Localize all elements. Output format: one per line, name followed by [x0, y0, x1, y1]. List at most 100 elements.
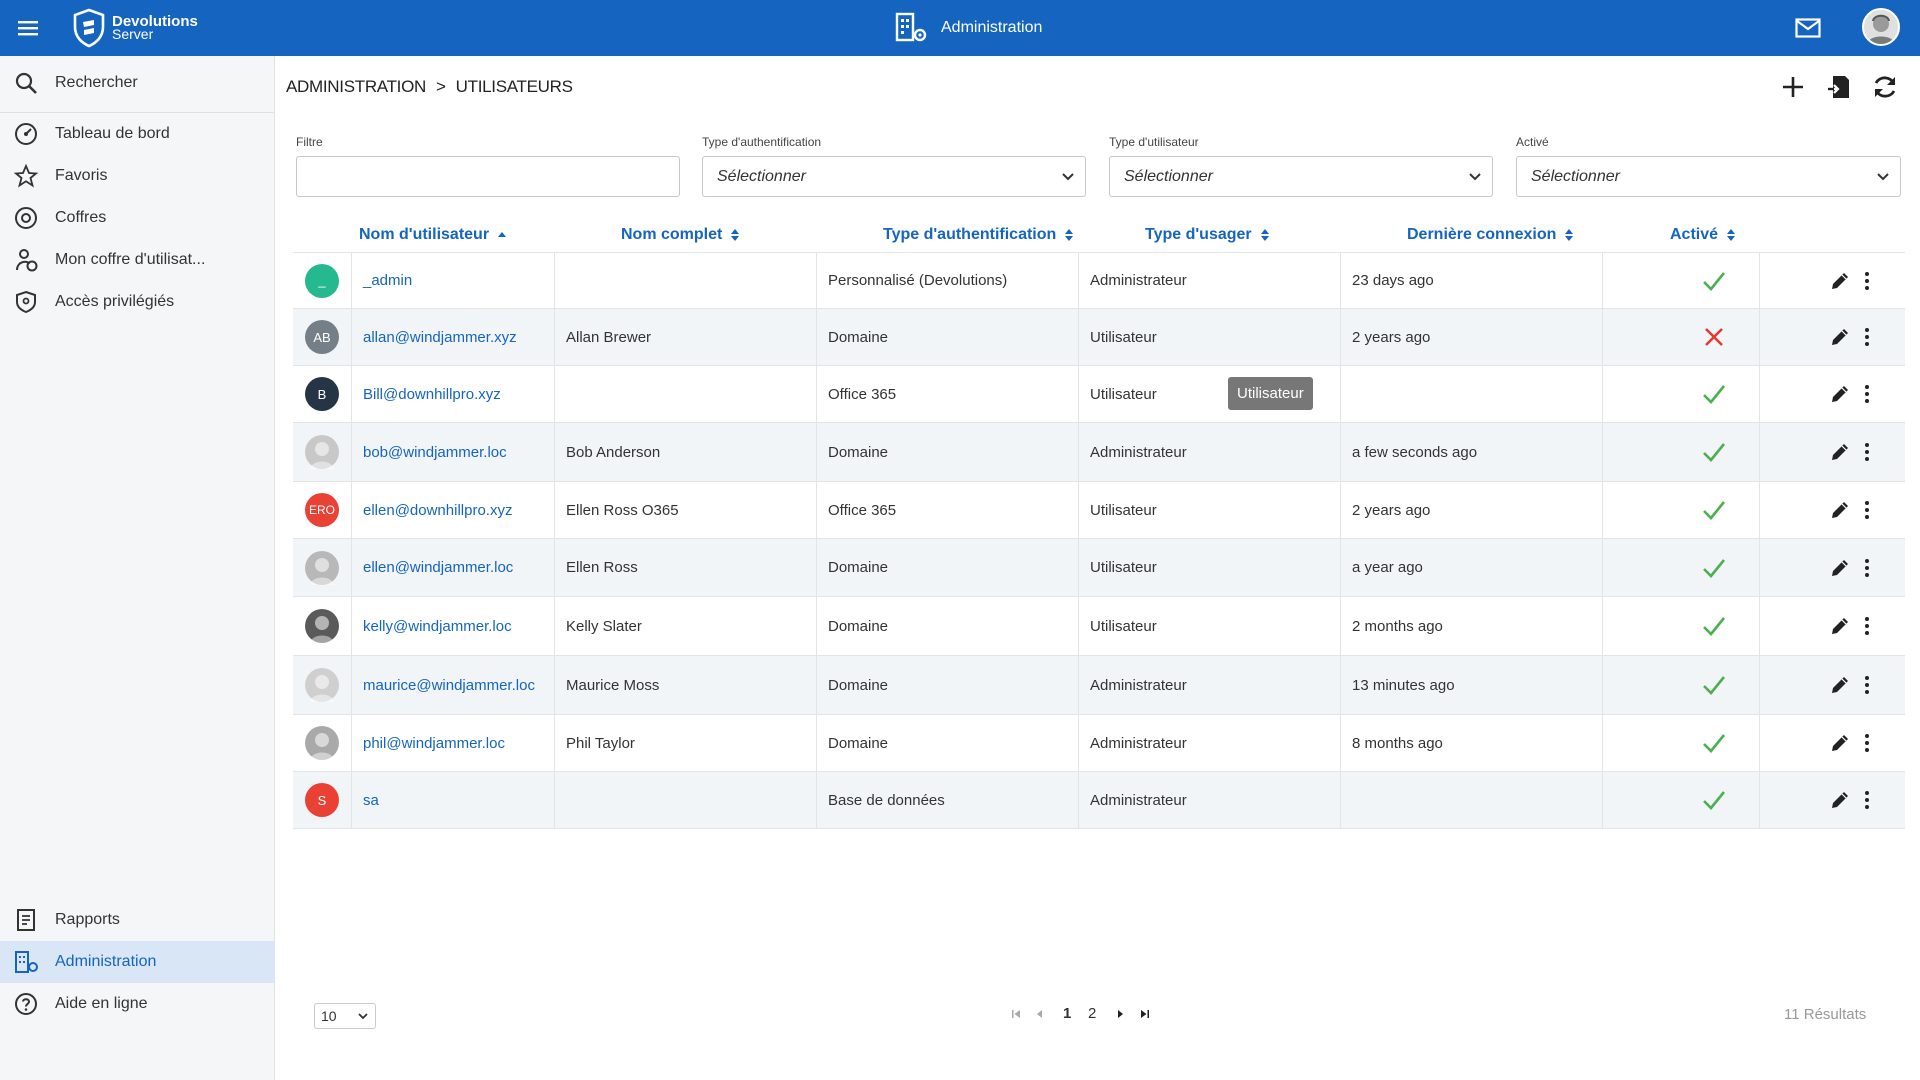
edit-icon[interactable] — [1829, 789, 1851, 811]
breadcrumb-current: UTILISATEURS — [455, 77, 573, 96]
add-icon[interactable] — [1779, 73, 1807, 101]
table-row[interactable]: _ _admin Personnalisé (Devolutions) Adminis… — [293, 253, 1905, 309]
avatar — [305, 435, 339, 469]
column-header-label: Nom complet — [621, 226, 723, 243]
table-row[interactable]: Ssa Base de données Administrateur — [293, 772, 1905, 829]
table-row[interactable]: ellen@windjammer.loc Ellen Ross Domaine Uti… — [293, 539, 1905, 597]
user-type-select[interactable]: Sélectionner — [1109, 156, 1493, 197]
edit-icon[interactable] — [1829, 732, 1851, 754]
username-link[interactable]: ellen@downhillpro.xyz — [352, 482, 555, 538]
sidebar-item-acces-privilegies[interactable]: Accès privilégiés — [0, 281, 275, 323]
table-row[interactable]: ERO ellen@downhillpro.xyz Ellen Ross O365 O… — [293, 482, 1905, 539]
table-row[interactable]: phil@windjammer.loc Phil Taylor Domaine Adm… — [293, 715, 1905, 772]
first-page-icon[interactable] — [1010, 1008, 1022, 1020]
page-1-link[interactable]: 1 — [1063, 1005, 1071, 1022]
column-header-last-login[interactable]: Dernière connexion — [1407, 226, 1574, 244]
username-link[interactable]: bob@windjammer.loc — [352, 423, 555, 481]
more-options-icon[interactable] — [1864, 558, 1870, 578]
breadcrumb-root[interactable]: ADMINISTRATION — [286, 77, 426, 97]
sidebar-item-label: Coffres — [55, 209, 107, 226]
sidebar-item-coffres[interactable]: Coffres — [0, 197, 275, 239]
avatar-cell: AB — [293, 309, 352, 365]
filter-input[interactable] — [296, 156, 680, 197]
enabled-select[interactable]: Sélectionner — [1516, 156, 1901, 197]
avatar-portrait-icon — [310, 442, 334, 469]
auth-type-cell: Domaine — [817, 597, 1079, 655]
edit-icon[interactable] — [1829, 383, 1851, 405]
page-size-select[interactable]: 10 — [314, 1003, 376, 1029]
username-link[interactable]: Bill@downhillpro.xyz — [352, 366, 555, 422]
edit-icon[interactable] — [1829, 557, 1851, 579]
last-page-icon[interactable] — [1139, 1008, 1151, 1020]
actions-cell — [1760, 539, 1905, 596]
more-options-icon[interactable] — [1864, 733, 1870, 753]
column-header-username[interactable]: Nom d'utilisateur — [359, 226, 507, 244]
edit-icon[interactable] — [1829, 499, 1851, 521]
sidebar-item-favoris[interactable]: Favoris — [0, 155, 275, 197]
username-link[interactable]: phil@windjammer.loc — [352, 715, 555, 771]
username-link[interactable]: ellen@windjammer.loc — [352, 539, 555, 596]
sidebar-item-dashboard[interactable]: Tableau de bord — [0, 113, 275, 155]
brand-logo[interactable]: Devolutions Server — [72, 8, 198, 48]
fullname-cell: Phil Taylor — [555, 715, 817, 771]
more-options-icon[interactable] — [1864, 442, 1870, 462]
table-row[interactable]: maurice@windjammer.loc Maurice Moss Domain… — [293, 656, 1905, 715]
column-header-fullname[interactable]: Nom complet — [621, 226, 740, 244]
column-header-user-type[interactable]: Type d'usager — [1145, 226, 1270, 244]
top-bar: Devolutions Server Administration — [0, 0, 1920, 56]
import-icon[interactable] — [1825, 73, 1853, 101]
username-link[interactable]: kelly@windjammer.loc — [352, 597, 555, 655]
auth-type-cell: Domaine — [817, 423, 1079, 481]
refresh-icon[interactable] — [1871, 73, 1899, 101]
shield-logo-icon — [73, 8, 105, 48]
sidebar-item-rapports[interactable]: Rapports — [0, 899, 275, 941]
more-options-icon[interactable] — [1864, 790, 1870, 810]
table-row[interactable]: AB allan@windjammer.xyz Allan Brewer Domain… — [293, 309, 1905, 366]
table-row[interactable]: B Bill@downhillpro.xyz Office 365 Utilisate… — [293, 366, 1905, 423]
username-link[interactable]: maurice@windjammer.loc — [352, 656, 555, 714]
page-2-link[interactable]: 2 — [1088, 1005, 1096, 1022]
admin-icon — [15, 951, 38, 973]
sidebar-item-mon-coffre[interactable]: Mon coffre d'utilisat... — [0, 239, 275, 281]
actions-cell — [1760, 597, 1905, 655]
edit-icon[interactable] — [1829, 615, 1851, 637]
user-type-cell: Utilisateur — [1079, 309, 1341, 365]
more-options-icon[interactable] — [1864, 384, 1870, 404]
last-login-cell: 2 years ago — [1341, 482, 1603, 538]
menu-icon[interactable] — [16, 16, 40, 40]
check-icon — [1703, 271, 1726, 291]
user-vault-icon — [16, 249, 38, 272]
username-link[interactable]: sa — [352, 772, 555, 828]
mail-icon[interactable] — [1795, 18, 1821, 38]
more-options-icon[interactable] — [1864, 616, 1870, 636]
auth-type-value: Sélectionner — [717, 168, 806, 185]
user-avatar[interactable] — [1862, 8, 1900, 46]
edit-icon[interactable] — [1829, 441, 1851, 463]
sidebar-item-rechercher[interactable]: Rechercher — [0, 62, 275, 104]
next-page-icon[interactable] — [1114, 1008, 1126, 1020]
sidebar-item-aide[interactable]: Aide en ligne — [0, 983, 275, 1025]
edit-icon[interactable] — [1829, 674, 1851, 696]
avatar: AB — [305, 320, 339, 354]
more-options-icon[interactable] — [1864, 675, 1870, 695]
sidebar-item-administration[interactable]: Administration — [0, 941, 275, 983]
previous-page-icon[interactable] — [1034, 1008, 1046, 1020]
more-options-icon[interactable] — [1864, 500, 1870, 520]
dashboard-icon — [15, 123, 37, 145]
column-header-auth-type[interactable]: Type d'authentification — [883, 226, 1074, 244]
auth-type-cell: Domaine — [817, 309, 1079, 365]
table-row[interactable]: kelly@windjammer.loc Kelly Slater Domaine U… — [293, 597, 1905, 656]
username-link[interactable]: _admin — [352, 253, 555, 308]
username-link[interactable]: allan@windjammer.xyz — [352, 309, 555, 365]
fullname-cell: Maurice Moss — [555, 656, 817, 714]
sidebar-item-label: Accès privilégiés — [55, 293, 175, 310]
table-row[interactable]: bob@windjammer.loc Bob Anderson Domaine Adm… — [293, 423, 1905, 482]
sidebar-item-label: Rapports — [55, 911, 120, 928]
more-options-icon[interactable] — [1864, 271, 1870, 291]
edit-icon[interactable] — [1829, 326, 1851, 348]
auth-type-select[interactable]: Sélectionner — [702, 156, 1086, 197]
user-type-label: Type d'utilisateur — [1109, 135, 1199, 149]
edit-icon[interactable] — [1829, 270, 1851, 292]
column-header-enabled[interactable]: Activé — [1670, 226, 1736, 244]
more-options-icon[interactable] — [1864, 327, 1870, 347]
